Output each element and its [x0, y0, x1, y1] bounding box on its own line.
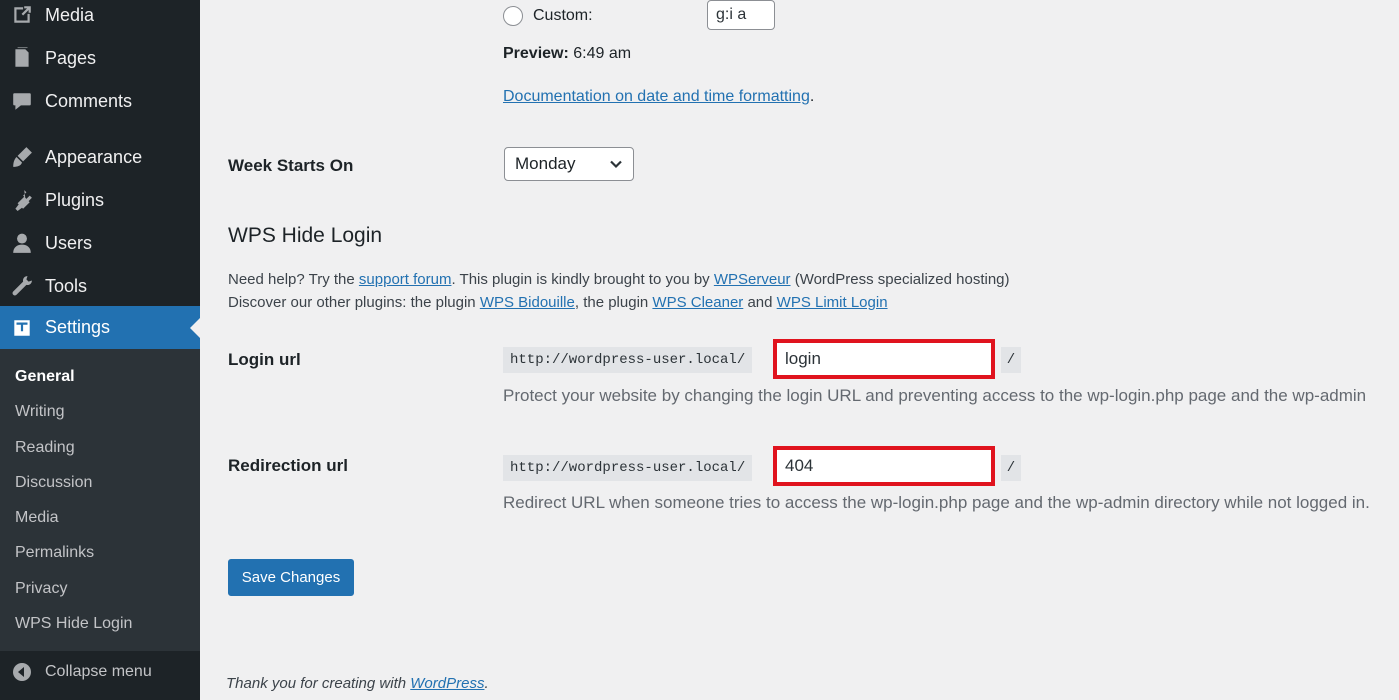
footer-text: . [484, 675, 489, 692]
menu-item-settings[interactable]: Settings [0, 306, 200, 349]
help-text: Discover our other plugins: the plugin [228, 294, 480, 311]
time-preview: Preview: 6:49 am [503, 44, 631, 64]
submenu-permalinks[interactable]: Permalinks [15, 541, 94, 565]
help-text: and [743, 294, 777, 311]
help-text: (WordPress specialized hosting) [790, 271, 1010, 288]
redirection-url-label: Redirection url [228, 456, 348, 475]
menu-item-media[interactable]: Media [0, 0, 200, 35]
submenu-general[interactable]: General [15, 365, 75, 389]
login-url-suffix: / [1001, 347, 1021, 373]
submenu-writing[interactable]: Writing [15, 400, 65, 424]
wps-cleaner-link[interactable]: WPS Cleaner [652, 294, 743, 311]
help-text: . This plugin is kindly brought to you b… [451, 271, 714, 288]
menu-label: Media [45, 4, 95, 25]
wps-limit-login-link[interactable]: WPS Limit Login [777, 294, 888, 311]
submenu-discussion[interactable]: Discussion [15, 471, 92, 495]
help-text: Need help? Try the [228, 271, 359, 288]
redirection-url-suffix: / [1001, 455, 1021, 481]
documentation-line: Documentation on date and time formattin… [503, 87, 814, 107]
plugins-icon [10, 188, 34, 212]
wpserveur-link[interactable]: WPServeur [714, 271, 791, 288]
menu-item-tools[interactable]: Tools [0, 266, 200, 306]
collapse-label: Collapse menu [45, 663, 152, 680]
wps-bidouille-link[interactable]: WPS Bidouille [480, 294, 575, 311]
menu-label: Comments [45, 90, 133, 111]
login-url-input[interactable]: login [773, 339, 995, 379]
tools-icon [10, 274, 34, 298]
login-url-label: Login url [228, 350, 301, 369]
appearance-icon [10, 145, 34, 169]
active-menu-arrow [190, 317, 200, 338]
week-starts-on-label: Week Starts On [228, 156, 354, 175]
redirection-url-description: Redirect URL when someone tries to acces… [503, 493, 1370, 512]
wps-hide-login-title: WPS Hide Login [228, 224, 383, 247]
footer-text: Thank you for creating with [226, 675, 411, 692]
menu-label: Plugins [45, 189, 105, 210]
submenu-privacy[interactable]: Privacy [15, 577, 67, 601]
wordpress-link[interactable]: WordPress [410, 675, 484, 692]
menu-label: Pages [45, 47, 97, 68]
save-changes-button[interactable]: Save Changes [228, 559, 354, 596]
chevron-down-icon [610, 160, 622, 169]
redirection-url-prefix: http://wordpress-user.local/ [503, 455, 753, 481]
menu-item-pages[interactable]: Pages [0, 38, 200, 78]
login-url-description: Protect your website by changing the log… [503, 386, 1367, 405]
submenu-reading[interactable]: Reading [15, 436, 75, 460]
week-selected-value: Monday [515, 154, 576, 173]
help-line-2: Discover our other plugins: the plugin W… [228, 293, 888, 313]
help-text: , the plugin [574, 294, 653, 311]
menu-item-appearance[interactable]: Appearance [0, 137, 200, 177]
admin-sidebar: Media Pages Comments Appearance Plugins … [0, 0, 200, 700]
preview-value: 6:49 am [573, 45, 632, 62]
redirection-url-input[interactable]: 404 [773, 446, 995, 486]
submenu-wps-hide-login[interactable]: WPS Hide Login [15, 612, 132, 636]
menu-label: Settings [45, 317, 111, 337]
settings-submenu: General Writing Reading Discussion Media… [0, 349, 200, 651]
support-forum-link[interactable]: support forum [359, 271, 452, 288]
doc-suffix: . [809, 88, 815, 105]
comments-icon [10, 89, 34, 113]
menu-item-plugins[interactable]: Plugins [0, 180, 200, 220]
menu-label: Tools [45, 275, 88, 296]
settings-icon [10, 316, 34, 340]
menu-item-users[interactable]: Users [0, 223, 200, 263]
collapse-menu-button[interactable]: Collapse menu [0, 652, 200, 692]
users-icon [10, 231, 34, 255]
pages-icon [10, 46, 34, 70]
admin-footer: Thank you for creating with WordPress. [226, 674, 489, 694]
collapse-icon [10, 660, 34, 684]
menu-label: Users [45, 232, 93, 253]
custom-time-format-input[interactable]: g:i a [707, 0, 775, 30]
help-line-1: Need help? Try the support forum. This p… [228, 270, 1010, 290]
week-starts-on-select[interactable]: Monday [504, 147, 634, 181]
preview-label: Preview: [503, 45, 569, 62]
custom-format-label: Custom: [533, 7, 593, 24]
login-url-prefix: http://wordpress-user.local/ [503, 347, 753, 373]
menu-item-comments[interactable]: Comments [0, 81, 200, 121]
custom-time-format-radio[interactable] [503, 6, 523, 26]
media-icon [10, 3, 34, 27]
documentation-link[interactable]: Documentation on date and time formattin… [503, 88, 810, 105]
menu-label: Appearance [45, 146, 143, 167]
submenu-media[interactable]: Media [15, 506, 59, 530]
